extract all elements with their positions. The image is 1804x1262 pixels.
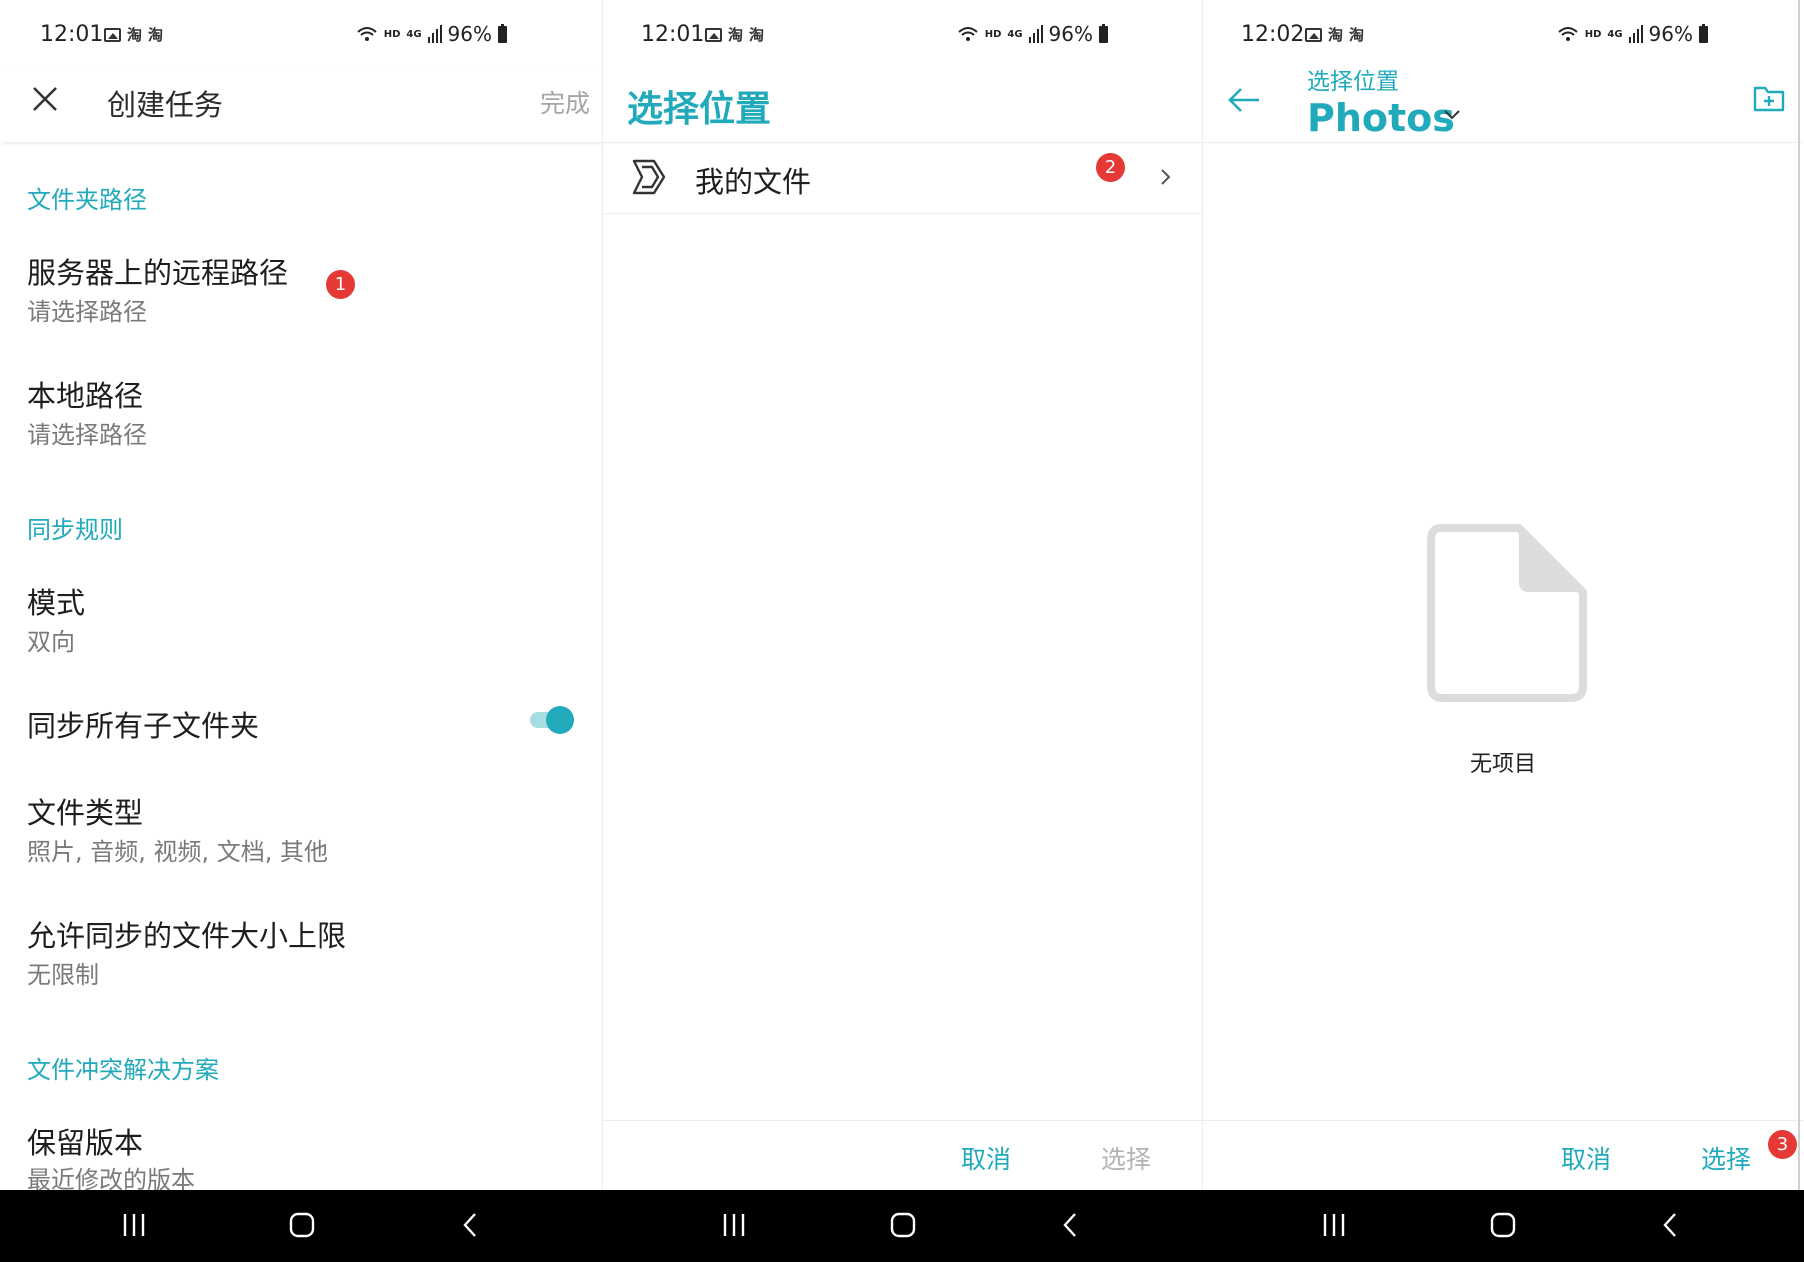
recent-apps-icon[interactable] (122, 1212, 146, 1238)
section-folder-path: 文件夹路径 (27, 186, 147, 214)
size-limit-title: 允许同步的文件大小上限 (27, 919, 347, 953)
battery-percent: 96% (447, 22, 492, 46)
chevron-right-icon (1161, 169, 1171, 185)
taobao-icon: 淘 (728, 26, 744, 44)
taobao-icon: 淘 (1328, 26, 1344, 44)
gallery-icon (705, 27, 722, 42)
select-button[interactable]: 选择 (1701, 1140, 1751, 1176)
home-icon[interactable] (289, 1212, 315, 1238)
system-icons: HD 4G 96% (957, 22, 1108, 46)
status-bar: 12:01 淘 淘 HD 4G 96% (603, 0, 1203, 72)
taobao-icon: 淘 (127, 26, 143, 44)
empty-file-icon (1427, 524, 1587, 702)
create-task-screen: 12:01 淘 淘 HD 4G 96% 创建任务 完成 文件夹路径 服务器上的远… (2, 0, 602, 1190)
network-label: 4G (406, 28, 422, 40)
hd-label: HD (984, 28, 1002, 40)
hd-label: HD (383, 28, 401, 40)
step-badge: 3 (1768, 1130, 1797, 1159)
recent-apps-icon[interactable] (1322, 1212, 1346, 1238)
my-files-icon (632, 159, 666, 195)
taobao-icon: 淘 (1349, 26, 1365, 44)
nav-group (1202, 1190, 1802, 1262)
recent-apps-icon[interactable] (722, 1212, 746, 1238)
notification-icons: 淘 淘 (104, 24, 163, 45)
back-icon[interactable] (462, 1212, 478, 1238)
select-location-screen: 12:01 淘 淘 HD 4G 96% 选择位置 我的文件 2 取消 选择 (603, 0, 1203, 1190)
page-title: 选择位置 (627, 89, 772, 130)
app-bar (1203, 72, 1803, 143)
status-bar: 12:01 淘 淘 HD 4G 96% (2, 0, 602, 72)
wifi-icon (357, 27, 377, 41)
nav-group (0, 1190, 602, 1262)
wifi-icon (1558, 27, 1578, 41)
local-path-value: 请选择路径 (27, 421, 147, 449)
photos-folder-screen: 12:02 淘 淘 HD 4G 96% 选择位置 Photos 无项目 取消 选… (1203, 0, 1803, 1190)
network-label: 4G (1607, 28, 1623, 40)
local-path-title: 本地路径 (27, 379, 144, 413)
file-types-title: 文件类型 (27, 796, 144, 830)
done-button[interactable]: 完成 (540, 84, 590, 120)
notification-icons: 淘 淘 (705, 24, 764, 45)
remote-path-title: 服务器上的远程路径 (27, 256, 289, 290)
section-conflict: 文件冲突解决方案 (27, 1056, 219, 1084)
back-icon[interactable] (1662, 1212, 1678, 1238)
back-arrow-icon[interactable] (1227, 86, 1261, 114)
keep-version-value: 最近修改的版本 (27, 1166, 195, 1190)
toggle-knob (546, 706, 574, 734)
signal-icon (1028, 25, 1043, 43)
file-types-value: 照片, 音频, 视频, 文档, 其他 (27, 838, 329, 866)
size-limit-value: 无限制 (27, 961, 99, 989)
keep-version-title: 保留版本 (27, 1126, 144, 1160)
status-time: 12:01 (40, 22, 104, 47)
home-icon[interactable] (1490, 1212, 1516, 1238)
mode-title: 模式 (27, 586, 86, 620)
nav-group (602, 1190, 1202, 1262)
app-bar (2, 72, 602, 142)
remote-path-value: 请选择路径 (27, 298, 147, 326)
step-badge: 1 (326, 270, 355, 299)
select-button[interactable]: 选择 (1101, 1140, 1151, 1176)
network-label: 4G (1007, 28, 1023, 40)
footer-divider (1203, 1120, 1803, 1121)
signal-icon (427, 25, 442, 43)
signal-icon (1628, 25, 1643, 43)
window-edge (1798, 0, 1800, 1190)
footer-divider (603, 1120, 1203, 1121)
battery-icon (1699, 23, 1708, 43)
status-time: 12:01 (641, 22, 705, 47)
section-sync-rules: 同步规则 (27, 516, 123, 544)
battery-icon (498, 23, 507, 43)
page-title: 创建任务 (107, 88, 224, 122)
folder-title[interactable]: Photos (1307, 96, 1455, 140)
hd-label: HD (1584, 28, 1602, 40)
battery-icon (1099, 23, 1108, 43)
taobao-icon: 淘 (148, 26, 164, 44)
sync-subfolders-toggle[interactable] (530, 706, 574, 734)
notification-icons: 淘 淘 (1305, 24, 1364, 45)
battery-percent: 96% (1048, 22, 1093, 46)
mode-value: 双向 (27, 628, 75, 656)
breadcrumb: 选择位置 (1307, 69, 1399, 95)
cancel-button[interactable]: 取消 (1561, 1140, 1611, 1176)
taobao-icon: 淘 (749, 26, 765, 44)
home-icon[interactable] (890, 1212, 916, 1238)
new-folder-icon[interactable] (1753, 84, 1785, 112)
gallery-icon (104, 27, 121, 42)
system-icons: HD 4G 96% (1557, 22, 1708, 46)
battery-percent: 96% (1648, 22, 1693, 46)
status-time: 12:02 (1241, 22, 1305, 47)
system-navigation-bar (0, 1190, 1804, 1262)
step-badge: 2 (1096, 153, 1125, 182)
status-bar: 12:02 淘 淘 HD 4G 96% (1203, 0, 1803, 72)
system-icons: HD 4G 96% (356, 22, 507, 46)
back-icon[interactable] (1062, 1212, 1078, 1238)
chevron-down-icon[interactable] (1443, 108, 1461, 122)
empty-state-text: 无项目 (1469, 752, 1536, 777)
wifi-icon (958, 27, 978, 41)
my-files-label: 我的文件 (695, 165, 812, 199)
sync-subfolders-label: 同步所有子文件夹 (27, 709, 260, 743)
close-icon[interactable] (30, 84, 60, 114)
cancel-button[interactable]: 取消 (961, 1140, 1011, 1176)
gallery-icon (1305, 27, 1322, 42)
